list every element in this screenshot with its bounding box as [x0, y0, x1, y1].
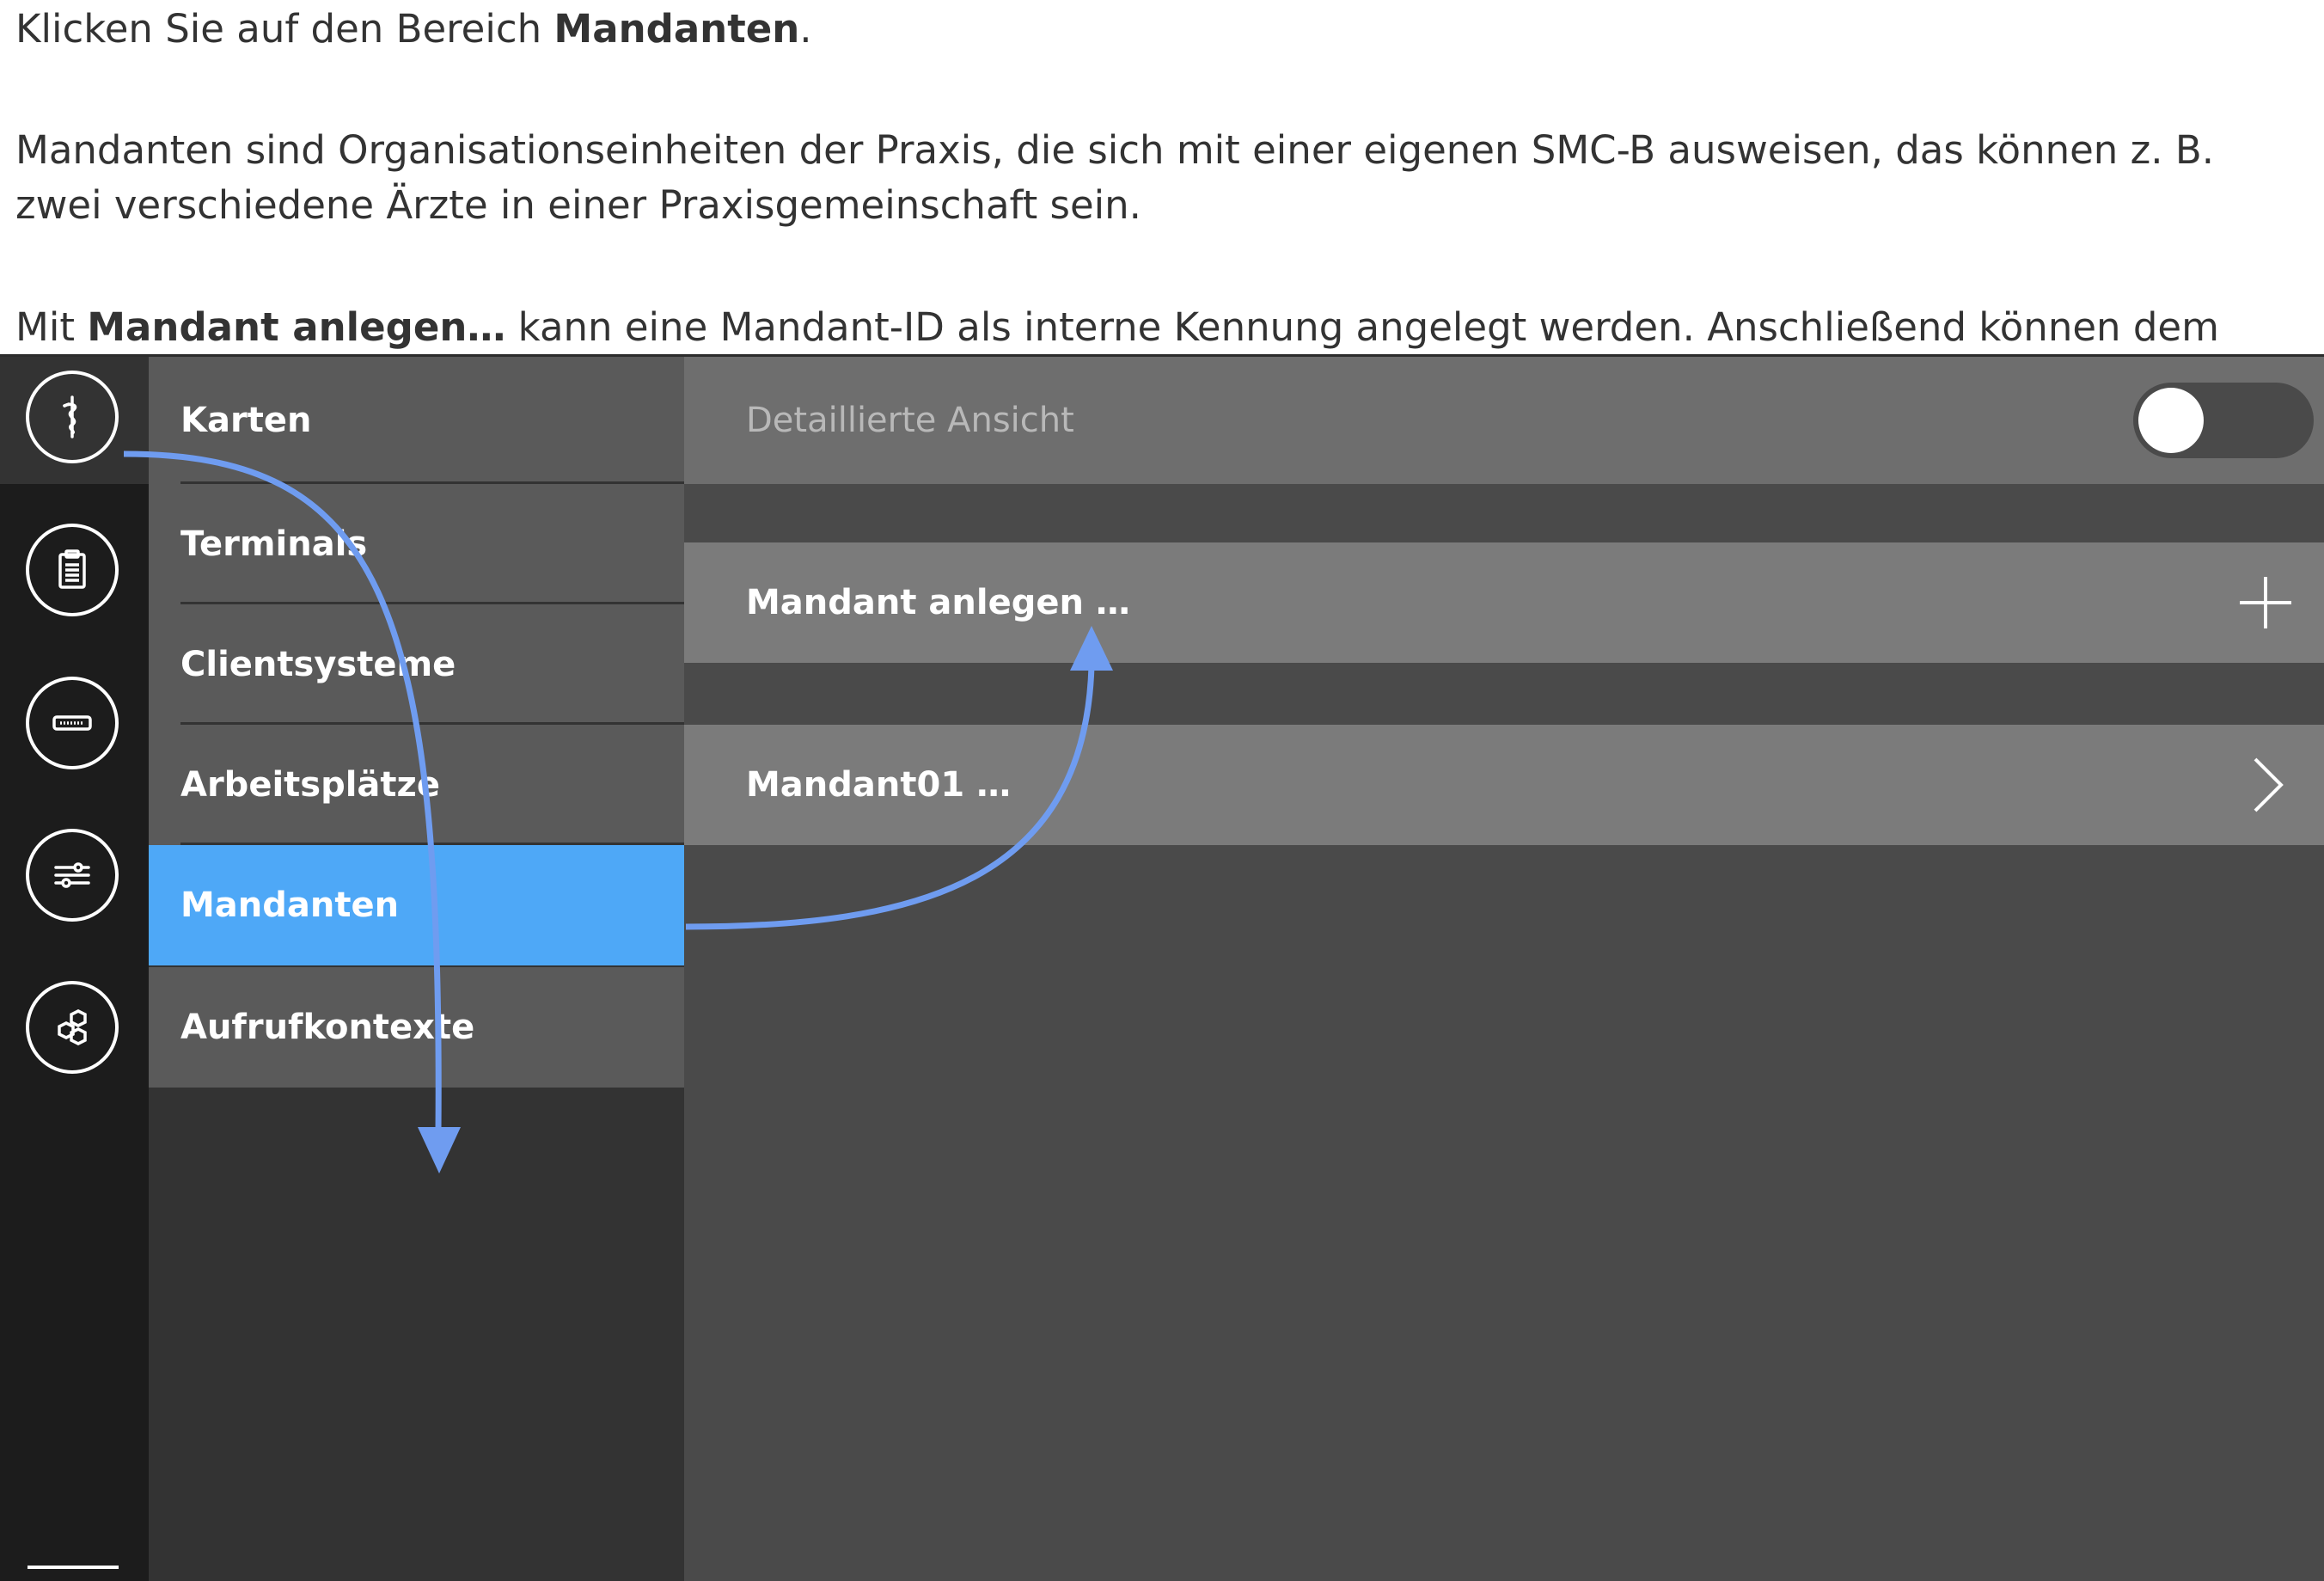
- nav-item-arbeitsplaetze[interactable]: Arbeitsplätze: [149, 725, 684, 845]
- icon-sidebar: [0, 357, 149, 1581]
- nav-item-label: Terminals: [180, 524, 368, 564]
- caduceus-icon[interactable]: [26, 371, 119, 463]
- create-mandant-label: Mandant anlegen …: [746, 583, 1130, 622]
- chevron-right-icon: [2254, 757, 2284, 812]
- nav-item-clientsysteme[interactable]: Clientsysteme: [149, 604, 684, 725]
- nav-item-terminals[interactable]: Terminals: [149, 484, 684, 604]
- nav-item-mandanten[interactable]: Mandanten: [149, 845, 684, 965]
- explanation-line-1: Mandanten sind Organisationseinheiten de…: [15, 127, 2215, 173]
- hexagons-icon[interactable]: [26, 981, 119, 1074]
- documentation-text: Klicken Sie auf den Bereich Mandanten. M…: [0, 0, 2324, 354]
- create-info-emphasis: Mandant anlegen…: [87, 304, 506, 350]
- nav-item-label: Arbeitsplätze: [180, 765, 440, 805]
- instruction-text: Klicken Sie auf den Bereich: [15, 6, 554, 52]
- create-info-paragraph: Mit Mandant anlegen… kann eine Mandant-I…: [15, 300, 2219, 355]
- nav-item-label: Mandanten: [180, 885, 400, 925]
- nav-item-label: Clientsysteme: [180, 645, 456, 684]
- sliders-icon[interactable]: [26, 829, 119, 922]
- instruction-suffix: .: [799, 6, 812, 52]
- create-info-prefix: Mit: [15, 304, 88, 350]
- detail-view-label: Detaillierte Ansicht: [746, 401, 1074, 440]
- detail-view-toggle[interactable]: [2133, 383, 2314, 458]
- create-mandant-button[interactable]: Mandant anlegen …: [684, 542, 2324, 663]
- explanation-line-2: zwei verschiedene Ärzte in einer Praxisg…: [15, 182, 1141, 228]
- card-reader-icon[interactable]: [26, 677, 119, 769]
- nav-item-karten[interactable]: Karten: [149, 357, 684, 484]
- mandant-list-item[interactable]: Mandant01 …: [684, 725, 2324, 845]
- mandant-label: Mandant01 …: [746, 765, 1012, 805]
- sub-navigation: Karten Terminals Clientsysteme Arbeitspl…: [149, 357, 684, 1581]
- create-info-suffix: kann eine Mandant-ID als interne Kennung…: [505, 304, 2219, 350]
- explanation-paragraph: Mandanten sind Organisationseinheiten de…: [15, 123, 2214, 233]
- nav-item-label: Aufrufkontexte: [180, 1008, 475, 1047]
- sidebar-bottom-divider: [28, 1566, 119, 1569]
- instruction-paragraph: Klicken Sie auf den Bereich Mandanten.: [15, 2, 812, 57]
- plus-icon: [2240, 577, 2291, 628]
- app-window: Karten Terminals Clientsysteme Arbeitspl…: [0, 354, 2324, 1581]
- instruction-emphasis: Mandanten: [553, 6, 800, 52]
- detail-panel: Detaillierte Ansicht Mandant anlegen … M…: [684, 357, 2324, 1581]
- clipboard-icon[interactable]: [26, 524, 119, 616]
- nav-item-aufrufkontexte[interactable]: Aufrufkontexte: [149, 967, 684, 1088]
- nav-item-label: Karten: [180, 401, 312, 440]
- detail-view-row: Detaillierte Ansicht: [684, 357, 2324, 484]
- toggle-knob: [2138, 388, 2204, 453]
